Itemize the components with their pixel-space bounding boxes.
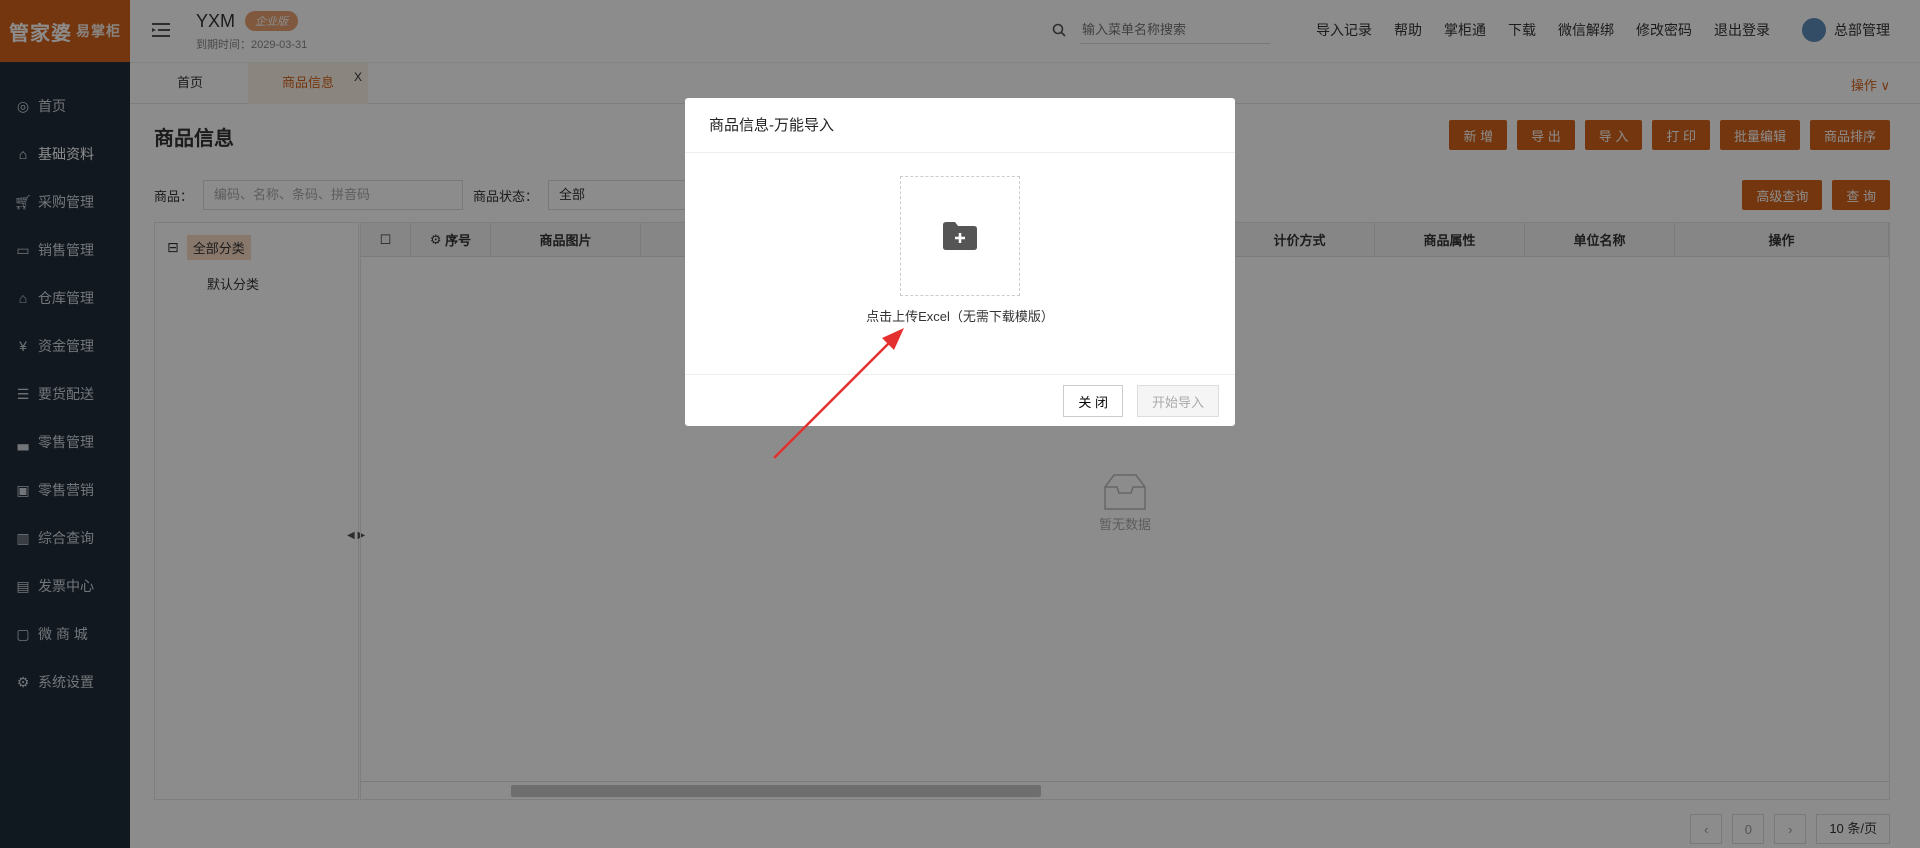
close-button[interactable]: 关 闭 bbox=[1063, 385, 1123, 417]
dialog-title: 商品信息-万能导入 bbox=[685, 98, 1235, 153]
upload-hint[interactable]: 点击上传Excel（无需下载模版） bbox=[685, 306, 1235, 325]
dialog-footer: 关 闭 开始导入 bbox=[685, 374, 1235, 426]
start-import-button[interactable]: 开始导入 bbox=[1136, 385, 1219, 417]
upload-area[interactable] bbox=[900, 176, 1020, 296]
import-dialog: 商品信息-万能导入 点击上传Excel（无需下载模版） 关 闭 开始导入 bbox=[685, 98, 1235, 426]
folder-add-icon bbox=[943, 222, 977, 250]
annotation-arrow-icon bbox=[773, 328, 904, 459]
